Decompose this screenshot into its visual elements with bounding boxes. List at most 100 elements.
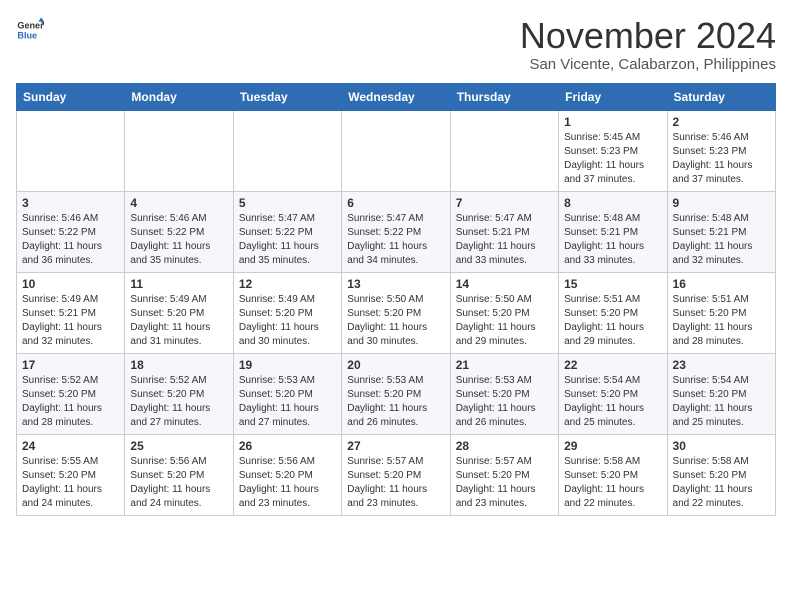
day-number: 4 (130, 196, 227, 210)
weekday-header-tuesday: Tuesday (233, 83, 341, 110)
day-number: 22 (564, 358, 661, 372)
calendar-table: SundayMondayTuesdayWednesdayThursdayFrid… (16, 83, 776, 516)
calendar-cell: 21 Sunrise: 5:53 AM Sunset: 5:20 PM Dayli… (450, 353, 558, 434)
day-number: 21 (456, 358, 553, 372)
day-number: 25 (130, 439, 227, 453)
day-number: 23 (673, 358, 770, 372)
day-info: Sunrise: 5:50 AM Sunset: 5:20 PM Dayligh… (456, 293, 553, 349)
logo: General Blue (16, 16, 44, 44)
weekday-header-thursday: Thursday (450, 83, 558, 110)
weekday-header-monday: Monday (125, 83, 233, 110)
day-number: 28 (456, 439, 553, 453)
day-number: 24 (22, 439, 119, 453)
logo-icon: General Blue (16, 16, 44, 44)
day-info: Sunrise: 5:52 AM Sunset: 5:20 PM Dayligh… (130, 374, 227, 430)
calendar-cell (450, 110, 558, 191)
day-info: Sunrise: 5:53 AM Sunset: 5:20 PM Dayligh… (456, 374, 553, 430)
calendar-body: 1 Sunrise: 5:45 AM Sunset: 5:23 PM Daylig… (17, 110, 776, 515)
calendar-cell: 12 Sunrise: 5:49 AM Sunset: 5:20 PM Dayli… (233, 272, 341, 353)
calendar-cell: 3Sunrise: 5:46 AM Sunset: 5:22 PM Daylig… (17, 191, 125, 272)
day-number: 16 (673, 277, 770, 291)
day-number: 19 (239, 358, 336, 372)
day-info: Sunrise: 5:56 AM Sunset: 5:20 PM Dayligh… (130, 455, 227, 511)
day-info: Sunrise: 5:48 AM Sunset: 5:21 PM Dayligh… (673, 212, 770, 268)
day-info: Sunrise: 5:47 AM Sunset: 5:21 PM Dayligh… (456, 212, 553, 268)
calendar-cell: 16Sunrise: 5:51 AM Sunset: 5:20 PM Dayli… (667, 272, 775, 353)
day-info: Sunrise: 5:46 AM Sunset: 5:22 PM Dayligh… (22, 212, 119, 268)
calendar-cell: 27 Sunrise: 5:57 AM Sunset: 5:20 PM Dayli… (342, 434, 450, 515)
calendar-cell (233, 110, 341, 191)
day-number: 27 (347, 439, 444, 453)
day-info: Sunrise: 5:46 AM Sunset: 5:22 PM Dayligh… (130, 212, 227, 268)
weekday-header-sunday: Sunday (17, 83, 125, 110)
svg-text:Blue: Blue (17, 30, 37, 40)
day-info: Sunrise: 5:55 AM Sunset: 5:20 PM Dayligh… (22, 455, 119, 511)
day-number: 5 (239, 196, 336, 210)
day-info: Sunrise: 5:54 AM Sunset: 5:20 PM Dayligh… (673, 374, 770, 430)
calendar-week-row: 10Sunrise: 5:49 AM Sunset: 5:21 PM Dayli… (17, 272, 776, 353)
day-info: Sunrise: 5:47 AM Sunset: 5:22 PM Dayligh… (347, 212, 444, 268)
day-number: 2 (673, 115, 770, 129)
calendar-cell: 28 Sunrise: 5:57 AM Sunset: 5:20 PM Dayli… (450, 434, 558, 515)
calendar-cell: 17 Sunrise: 5:52 AM Sunset: 5:20 PM Dayli… (17, 353, 125, 434)
day-number: 15 (564, 277, 661, 291)
day-info: Sunrise: 5:51 AM Sunset: 5:20 PM Dayligh… (564, 293, 661, 349)
title-block: November 2024 San Vicente, Calabarzon, P… (520, 16, 776, 73)
calendar-cell: 18Sunrise: 5:52 AM Sunset: 5:20 PM Dayli… (125, 353, 233, 434)
calendar-cell: 8Sunrise: 5:48 AM Sunset: 5:21 PM Daylig… (559, 191, 667, 272)
day-number: 10 (22, 277, 119, 291)
page-header: General Blue November 2024 San Vicente, … (16, 16, 776, 73)
calendar-cell (125, 110, 233, 191)
day-number: 6 (347, 196, 444, 210)
calendar-week-row: 24 Sunrise: 5:55 AM Sunset: 5:20 PM Dayli… (17, 434, 776, 515)
weekday-header-wednesday: Wednesday (342, 83, 450, 110)
location: San Vicente, Calabarzon, Philippines (520, 56, 776, 73)
calendar-cell: 7 Sunrise: 5:47 AM Sunset: 5:21 PM Daylig… (450, 191, 558, 272)
day-info: Sunrise: 5:57 AM Sunset: 5:20 PM Dayligh… (347, 455, 444, 511)
calendar-cell: 9Sunrise: 5:48 AM Sunset: 5:21 PM Daylig… (667, 191, 775, 272)
calendar-cell: 1 Sunrise: 5:45 AM Sunset: 5:23 PM Daylig… (559, 110, 667, 191)
day-number: 11 (130, 277, 227, 291)
month-title: November 2024 (520, 16, 776, 56)
day-info: Sunrise: 5:49 AM Sunset: 5:20 PM Dayligh… (239, 293, 336, 349)
svg-text:General: General (17, 21, 44, 31)
day-info: Sunrise: 5:58 AM Sunset: 5:20 PM Dayligh… (564, 455, 661, 511)
day-info: Sunrise: 5:45 AM Sunset: 5:23 PM Dayligh… (564, 131, 661, 187)
weekday-header-row: SundayMondayTuesdayWednesdayThursdayFrid… (17, 83, 776, 110)
weekday-header-friday: Friday (559, 83, 667, 110)
calendar-cell: 26 Sunrise: 5:56 AM Sunset: 5:20 PM Dayli… (233, 434, 341, 515)
calendar-cell: 25 Sunrise: 5:56 AM Sunset: 5:20 PM Dayli… (125, 434, 233, 515)
calendar-cell (17, 110, 125, 191)
day-info: Sunrise: 5:47 AM Sunset: 5:22 PM Dayligh… (239, 212, 336, 268)
day-number: 17 (22, 358, 119, 372)
calendar-week-row: 1 Sunrise: 5:45 AM Sunset: 5:23 PM Daylig… (17, 110, 776, 191)
calendar-header: SundayMondayTuesdayWednesdayThursdayFrid… (17, 83, 776, 110)
day-info: Sunrise: 5:54 AM Sunset: 5:20 PM Dayligh… (564, 374, 661, 430)
day-number: 1 (564, 115, 661, 129)
day-info: Sunrise: 5:52 AM Sunset: 5:20 PM Dayligh… (22, 374, 119, 430)
day-info: Sunrise: 5:50 AM Sunset: 5:20 PM Dayligh… (347, 293, 444, 349)
calendar-cell: 2 Sunrise: 5:46 AM Sunset: 5:23 PM Daylig… (667, 110, 775, 191)
day-number: 12 (239, 277, 336, 291)
calendar-cell: 14Sunrise: 5:50 AM Sunset: 5:20 PM Dayli… (450, 272, 558, 353)
day-number: 20 (347, 358, 444, 372)
calendar-cell: 6 Sunrise: 5:47 AM Sunset: 5:22 PM Daylig… (342, 191, 450, 272)
calendar-cell: 30Sunrise: 5:58 AM Sunset: 5:20 PM Dayli… (667, 434, 775, 515)
day-info: Sunrise: 5:57 AM Sunset: 5:20 PM Dayligh… (456, 455, 553, 511)
day-info: Sunrise: 5:53 AM Sunset: 5:20 PM Dayligh… (347, 374, 444, 430)
day-number: 8 (564, 196, 661, 210)
calendar-cell: 10Sunrise: 5:49 AM Sunset: 5:21 PM Dayli… (17, 272, 125, 353)
calendar-cell: 24 Sunrise: 5:55 AM Sunset: 5:20 PM Dayli… (17, 434, 125, 515)
calendar-cell (342, 110, 450, 191)
day-number: 26 (239, 439, 336, 453)
day-info: Sunrise: 5:56 AM Sunset: 5:20 PM Dayligh… (239, 455, 336, 511)
day-info: Sunrise: 5:46 AM Sunset: 5:23 PM Dayligh… (673, 131, 770, 187)
calendar-week-row: 3Sunrise: 5:46 AM Sunset: 5:22 PM Daylig… (17, 191, 776, 272)
weekday-header-saturday: Saturday (667, 83, 775, 110)
day-number: 7 (456, 196, 553, 210)
calendar-cell: 19Sunrise: 5:53 AM Sunset: 5:20 PM Dayli… (233, 353, 341, 434)
day-number: 30 (673, 439, 770, 453)
day-number: 13 (347, 277, 444, 291)
calendar-cell: 15 Sunrise: 5:51 AM Sunset: 5:20 PM Dayli… (559, 272, 667, 353)
calendar-cell: 20 Sunrise: 5:53 AM Sunset: 5:20 PM Dayli… (342, 353, 450, 434)
